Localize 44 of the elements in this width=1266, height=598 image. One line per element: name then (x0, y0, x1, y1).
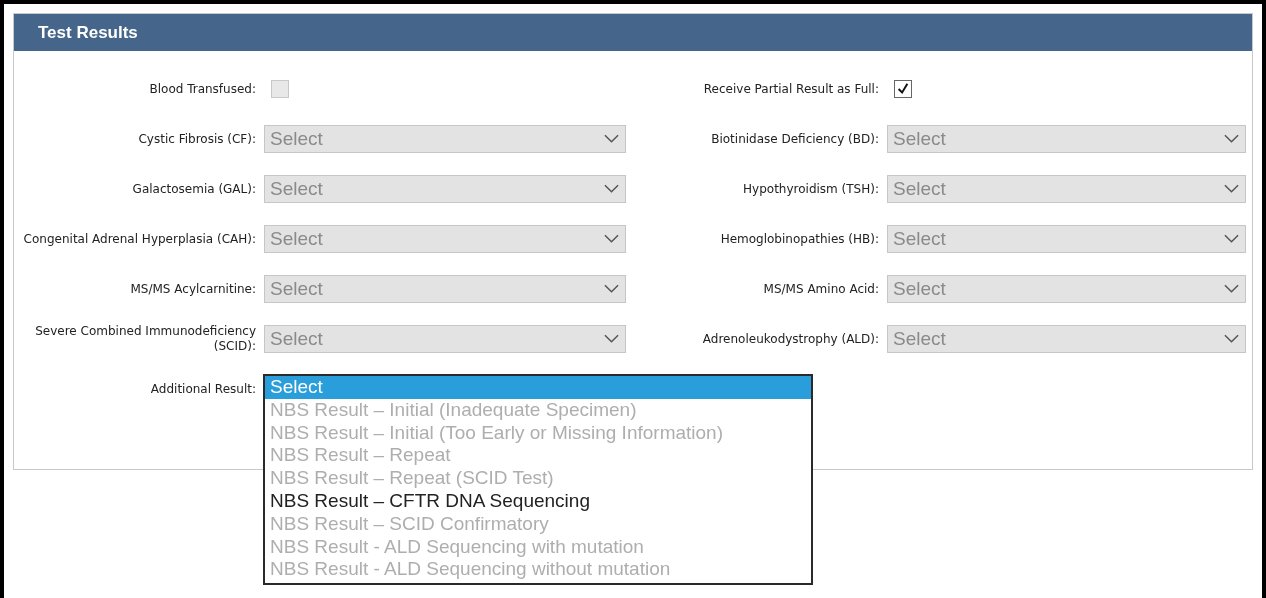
dropdown[interactable]: Select (264, 275, 626, 303)
dropdown[interactable]: Select (264, 175, 626, 203)
chevron-icon (604, 334, 619, 344)
dropdown[interactable]: Select (887, 325, 1246, 353)
chevron-icon (1224, 284, 1239, 294)
field-label: Blood Transfused: (148, 81, 256, 97)
chevron-icon (604, 134, 619, 144)
field-label: Biotinidase Deficiency (BD): (710, 131, 879, 147)
field-label: MS/MS Amino Acid: (762, 281, 879, 297)
field-label: Congenital Adrenal Hyperplasia (CAH): (22, 231, 256, 247)
checkbox[interactable] (894, 80, 912, 98)
dropdown-option: NBS Result - ALD Sequencing without mutation (265, 558, 811, 582)
dropdown-option: NBS Result – Initial (Inadequate Specimen) (265, 398, 811, 422)
dropdown[interactable]: Select (887, 275, 1246, 303)
dropdown[interactable]: Select (887, 125, 1246, 153)
dropdown-option: NBS Result – Repeat (SCID Test) (265, 467, 811, 490)
field-label: Hypothyroidism (TSH): (742, 181, 879, 197)
field-label: Adrenoleukodystrophy (ALD): (701, 331, 879, 347)
field-label: Hemoglobinopathies (HB): (719, 231, 879, 247)
dropdown-option: NBS Result - ALD Sequencing with mutation (265, 535, 811, 559)
field-label: Severe Combined Immunodeficiency (SCID): (34, 324, 256, 354)
field-label: Additional Result: (149, 381, 256, 397)
dropdown[interactable]: Select (887, 175, 1246, 203)
chevron-icon (1224, 234, 1239, 244)
panel-title: Test Results (38, 22, 138, 43)
chevron-icon (604, 284, 619, 294)
dropdown-option: NBS Result – Repeat (265, 444, 811, 468)
chevron-icon (604, 234, 619, 244)
dropdown[interactable]: Select (264, 125, 626, 153)
dropdown[interactable]: Select (264, 225, 626, 253)
dropdown-option[interactable]: NBS Result – CFTR DNA Sequencing (265, 490, 811, 513)
chevron-icon (604, 184, 619, 194)
chevron-icon (1224, 334, 1239, 344)
dropdown-option[interactable]: Select (265, 376, 811, 399)
field-label: MS/MS Acylcarnitine: (129, 281, 256, 297)
dropdown-option: NBS Result – SCID Confirmatory (265, 512, 811, 536)
dropdown[interactable]: Select (264, 325, 626, 353)
field-label: Cystic Fibrosis (CF): (137, 131, 256, 147)
dropdown[interactable]: Select (887, 225, 1246, 253)
chevron-icon (1224, 184, 1239, 194)
field-label: Receive Partial Result as Full: (702, 81, 879, 97)
field-label: Galactosemia (GAL): (131, 181, 256, 197)
dropdown-option: NBS Result – Initial (Too Early or Missing Information) (265, 421, 811, 445)
chevron-icon (1224, 134, 1239, 144)
